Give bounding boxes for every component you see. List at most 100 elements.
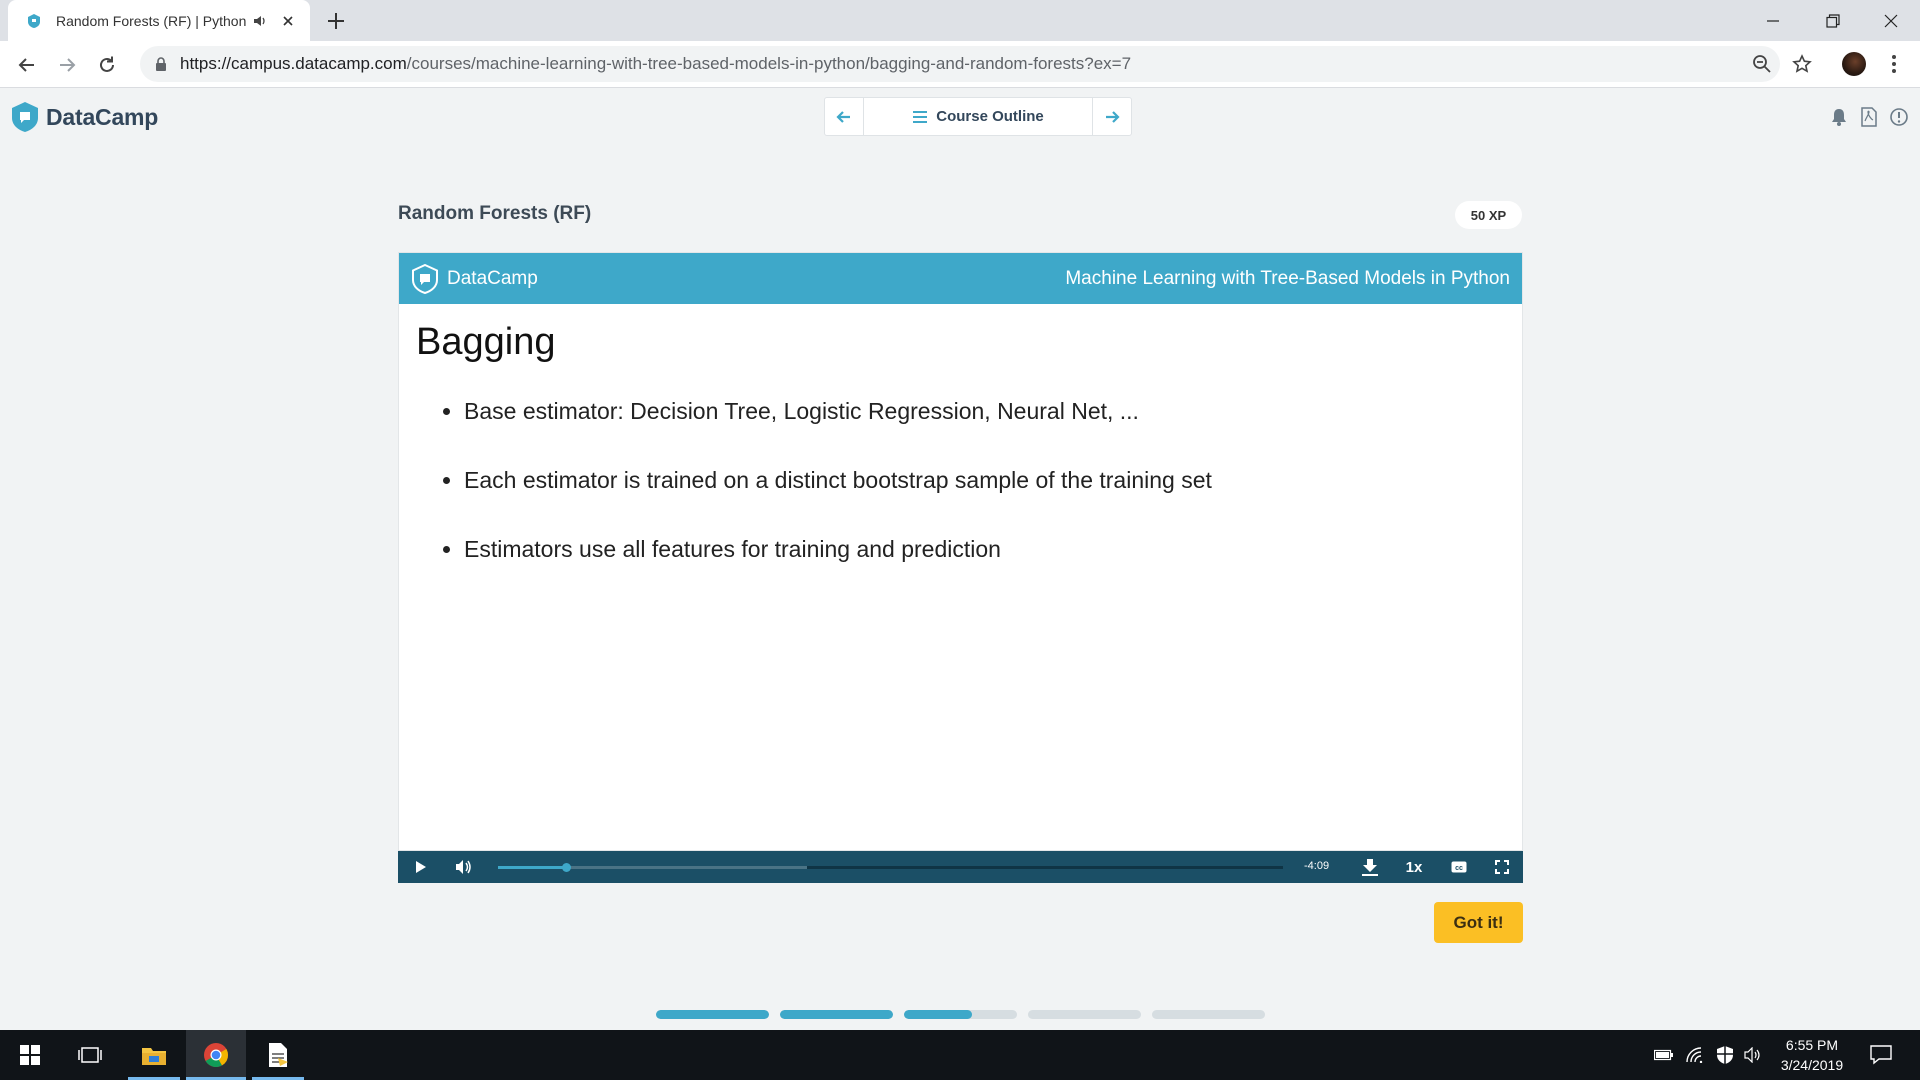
notifications-button[interactable] <box>1828 106 1850 128</box>
url-text: https://campus.datacamp.com/courses/mach… <box>180 54 1131 74</box>
progress-segment <box>656 1010 769 1019</box>
exercise-title: Random Forests (RF) <box>398 203 592 224</box>
browser-toolbar: https://campus.datacamp.com/courses/mach… <box>0 41 1920 88</box>
progress-segment <box>1028 1010 1141 1019</box>
folder-icon <box>142 1048 166 1065</box>
progress-segment-fill <box>656 1010 769 1019</box>
task-view-icon <box>78 1047 102 1063</box>
volume-button[interactable] <box>442 851 486 883</box>
restore-icon <box>1826 13 1840 28</box>
progress-segment <box>780 1010 893 1019</box>
volume-icon <box>456 860 471 874</box>
course-outline-button[interactable]: Course Outline <box>863 98 1093 135</box>
close-window-button[interactable] <box>1862 0 1920 41</box>
tab-title: Random Forests (RF) | Python <box>56 12 246 29</box>
bookmark-button[interactable] <box>1790 52 1814 76</box>
list-item: Each estimator is trained on a distinct … <box>464 467 1212 494</box>
playback-speed-button[interactable]: 1x <box>1394 851 1434 883</box>
new-tab-icon[interactable] <box>325 10 347 32</box>
minimize-icon <box>1767 19 1779 22</box>
profile-avatar[interactable] <box>1842 52 1866 76</box>
progress-segment <box>1152 1010 1265 1019</box>
datacamp-favicon-icon <box>28 13 40 28</box>
forward-button[interactable] <box>54 52 80 78</box>
menu-icon <box>913 110 928 123</box>
video-controls: -4:09 1x cc <box>398 851 1523 883</box>
minimize-button[interactable] <box>1744 0 1802 41</box>
play-button[interactable] <box>398 851 442 883</box>
url-host: https://campus.datacamp.com <box>180 54 407 73</box>
svg-text:cc: cc <box>1455 865 1463 872</box>
taskbar-clock[interactable]: 6:55 PM 3/24/2019 <box>1770 1035 1854 1075</box>
previous-exercise-button[interactable] <box>825 98 863 135</box>
speaker-icon <box>1744 1047 1760 1063</box>
progress-segment-fill <box>780 1010 893 1019</box>
star-icon <box>1792 54 1812 73</box>
action-center-button[interactable] <box>1869 1045 1893 1065</box>
captions-button[interactable]: cc <box>1439 851 1479 883</box>
clock-time: 6:55 PM <box>1785 1037 1839 1053</box>
address-bar[interactable]: https://campus.datacamp.com/courses/mach… <box>140 46 1780 82</box>
video-scrubber[interactable] <box>498 863 1283 872</box>
scrubber-handle[interactable] <box>561 863 571 872</box>
course-outline-label: Course Outline <box>936 108 1044 125</box>
alert-circle-icon <box>1890 108 1908 126</box>
download-icon <box>1362 859 1378 876</box>
restore-button[interactable] <box>1804 0 1862 41</box>
volume-tray-button[interactable] <box>1744 1045 1764 1065</box>
shield-icon <box>1717 1046 1733 1064</box>
file-explorer-button[interactable] <box>128 1030 180 1080</box>
slide-bullet-list: Base estimator: Decision Tree, Logistic … <box>416 398 1212 605</box>
windows-logo-icon <box>20 1045 40 1065</box>
app-taskbar-button[interactable] <box>252 1030 304 1080</box>
browser-menu-icon[interactable] <box>1886 52 1902 76</box>
play-icon <box>416 861 426 873</box>
arrow-left-icon <box>836 110 850 123</box>
url-path: /courses/machine-learning-with-tree-base… <box>406 54 1132 73</box>
list-item: Estimators use all features for training… <box>464 536 1212 563</box>
browser-tab[interactable]: Random Forests (RF) | Python <box>8 0 310 41</box>
task-view-button[interactable] <box>64 1030 116 1080</box>
battery-tray-button[interactable] <box>1654 1045 1674 1065</box>
datacamp-logo[interactable]: DataCamp <box>10 101 158 133</box>
list-item: Base estimator: Decision Tree, Logistic … <box>464 398 1212 425</box>
next-exercise-button[interactable] <box>1093 98 1131 135</box>
clock-date: 3/24/2019 <box>1780 1057 1844 1073</box>
fullscreen-button[interactable] <box>1482 851 1522 883</box>
network-tray-button[interactable] <box>1686 1045 1706 1065</box>
report-issue-button[interactable] <box>1888 106 1910 128</box>
arrow-right-icon <box>1106 110 1120 123</box>
progress-segment-fill <box>904 1010 972 1019</box>
download-button[interactable] <box>1350 851 1390 883</box>
reload-button[interactable] <box>94 52 120 78</box>
lock-icon <box>156 57 166 71</box>
slide-header: DataCamp Machine Learning with Tree-Base… <box>399 253 1522 304</box>
arrow-right-icon <box>60 58 76 72</box>
xp-badge: 50 XP <box>1455 201 1522 229</box>
time-remaining: -4:09 <box>1304 860 1330 872</box>
pdf-icon <box>1861 107 1877 127</box>
slide-brand-name: DataCamp <box>447 267 538 289</box>
chrome-taskbar-button[interactable] <box>186 1030 246 1080</box>
tab-audio-icon[interactable] <box>252 13 268 29</box>
back-button[interactable] <box>14 52 40 78</box>
played-bar <box>498 866 566 869</box>
got-it-button[interactable]: Got it! <box>1434 902 1523 943</box>
arrow-left-icon <box>18 58 34 72</box>
captions-icon: cc <box>1451 861 1467 873</box>
datacamp-shield-icon <box>12 102 38 132</box>
slides-pdf-button[interactable] <box>1858 106 1880 128</box>
brand-name: DataCamp <box>46 103 159 130</box>
zoom-button[interactable] <box>1750 52 1774 76</box>
slide-course-name: Machine Learning with Tree-Based Models … <box>1065 267 1510 289</box>
document-app-icon <box>269 1043 288 1067</box>
video-slide[interactable]: DataCamp Machine Learning with Tree-Base… <box>398 252 1523 851</box>
tab-close-icon[interactable] <box>280 13 296 29</box>
start-button[interactable] <box>4 1030 56 1080</box>
course-outline-nav: Course Outline <box>824 97 1132 136</box>
zoom-icon <box>1753 55 1771 73</box>
security-tray-button[interactable] <box>1715 1045 1735 1065</box>
datacamp-shield-icon <box>412 263 438 294</box>
slide-heading: Bagging <box>416 321 556 363</box>
bell-icon <box>1832 109 1846 126</box>
